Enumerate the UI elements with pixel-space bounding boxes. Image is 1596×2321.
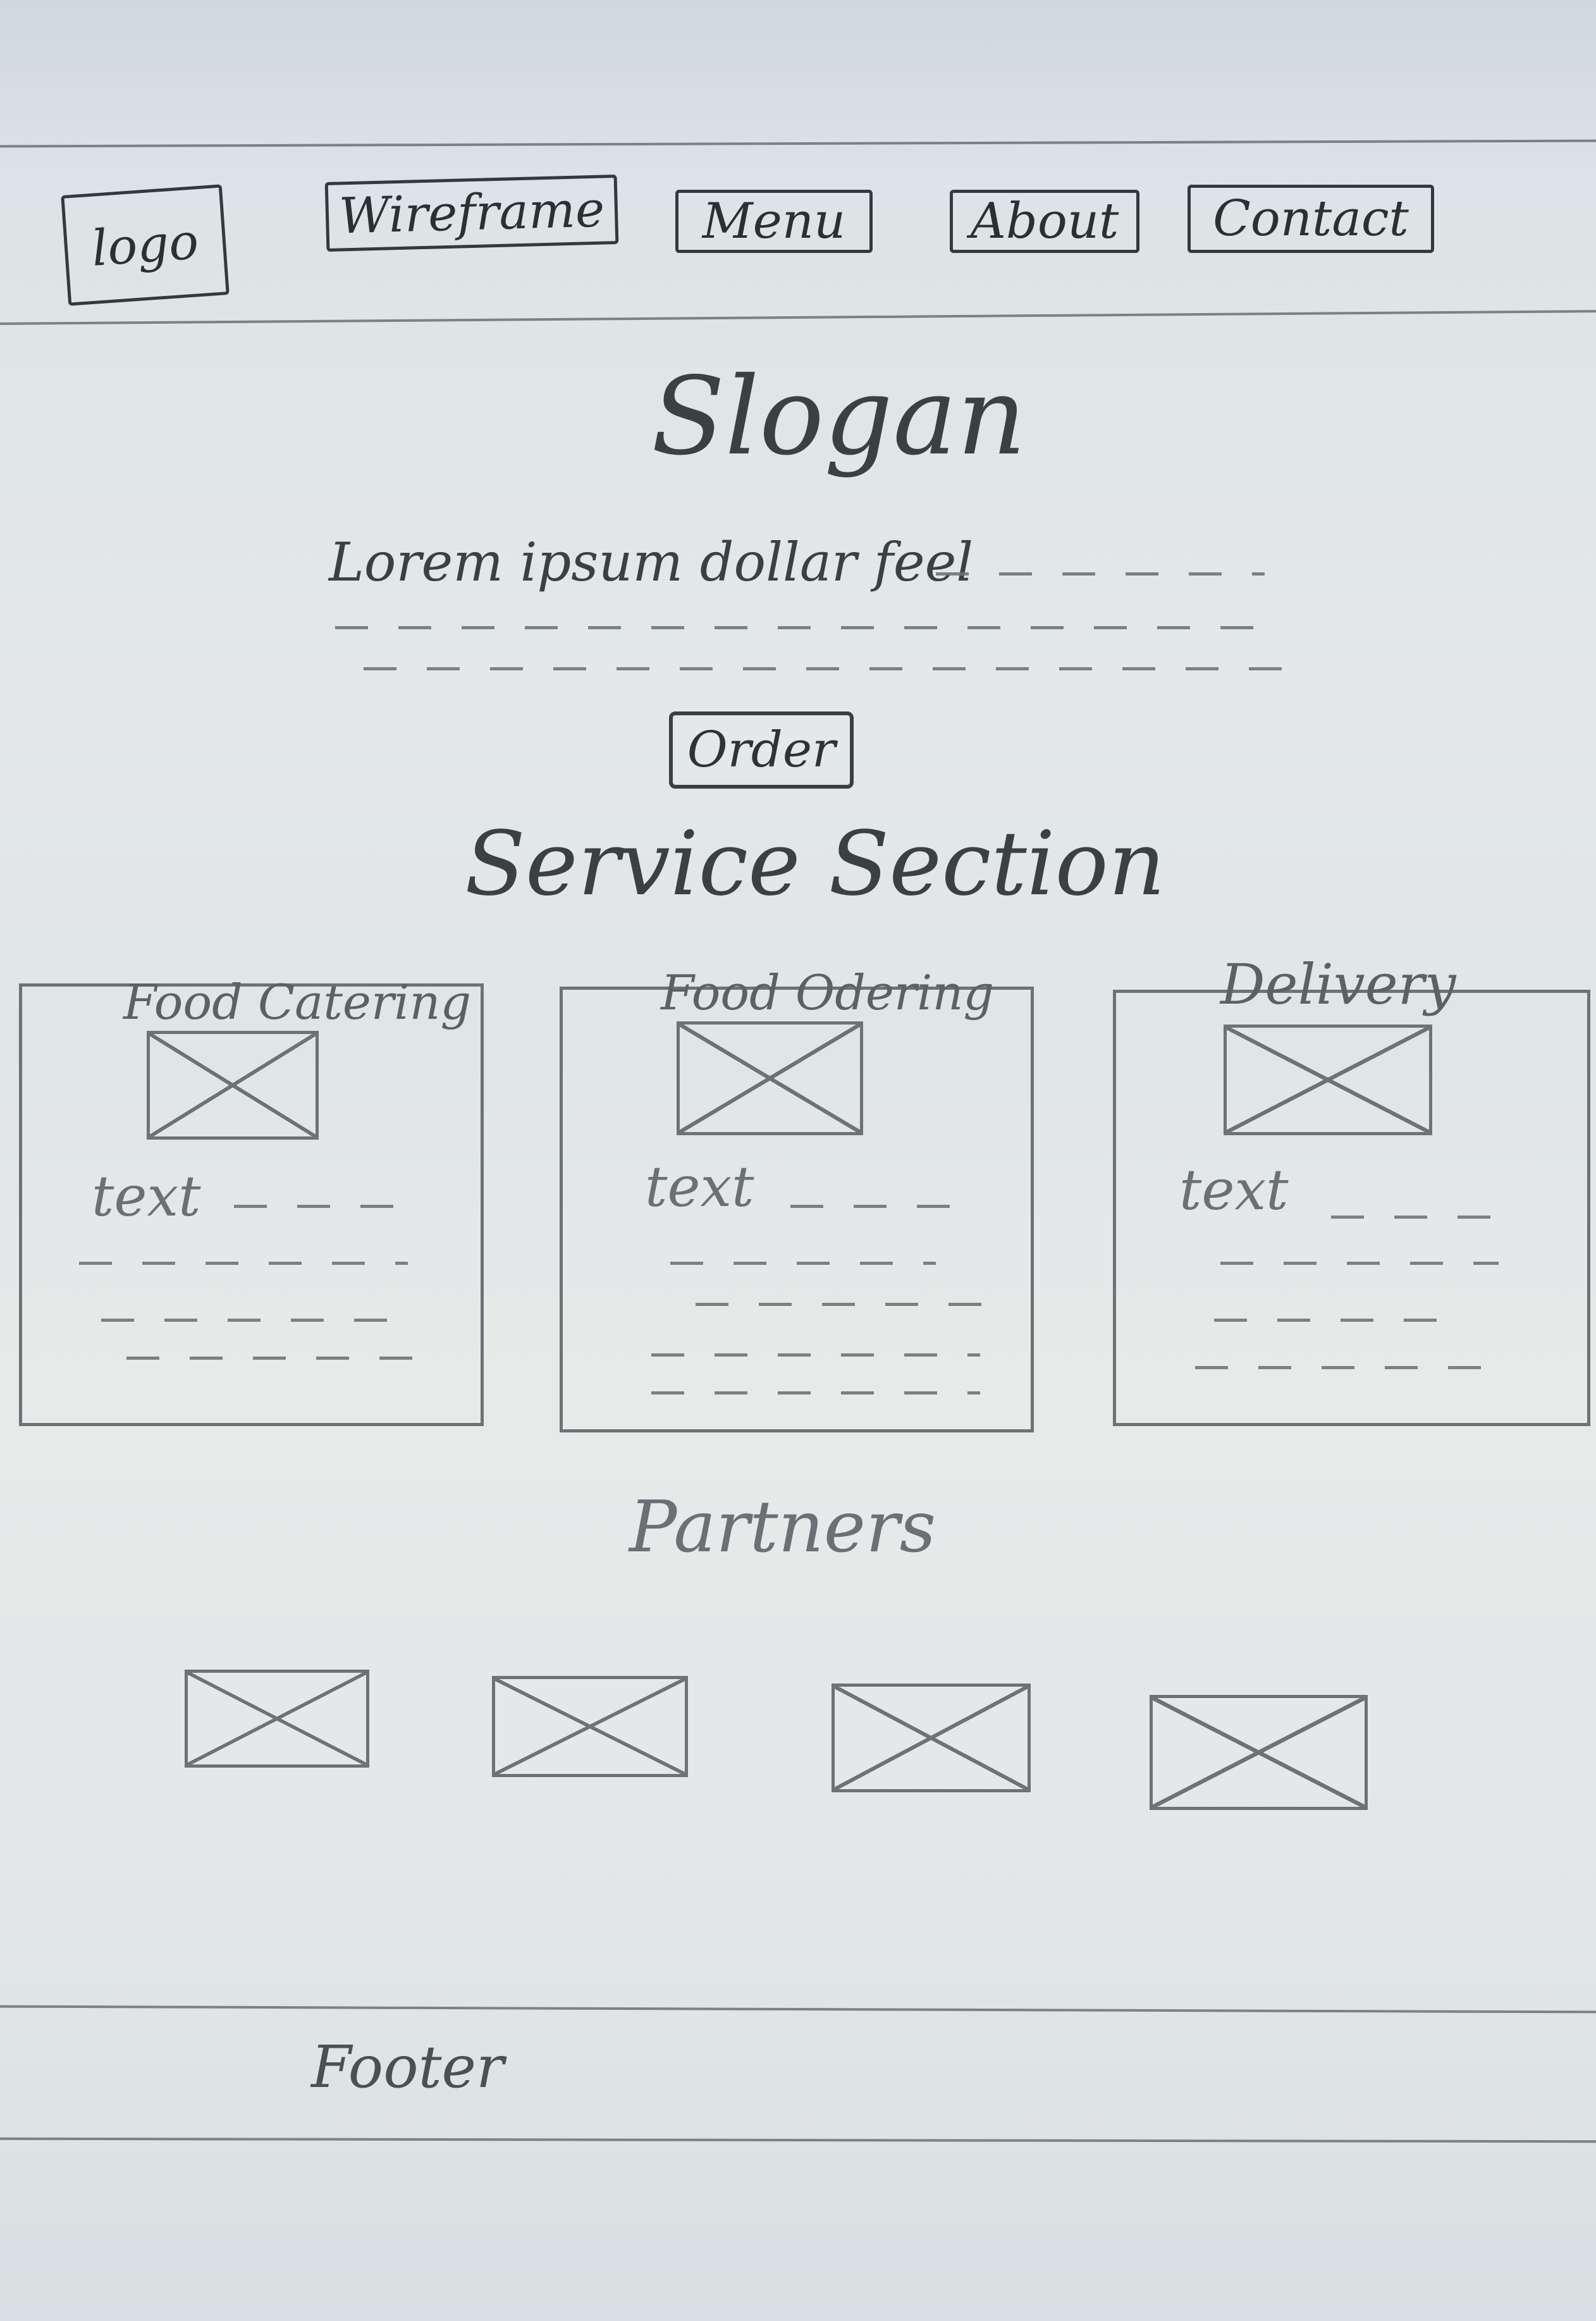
text-placeholder-line xyxy=(1214,1319,1454,1322)
text-placeholder-line xyxy=(790,1205,967,1208)
lorem-text: Lorem ipsum dollar feel xyxy=(329,531,974,593)
nav-menu[interactable]: Menu xyxy=(675,190,873,253)
service-card-title: Food Odering xyxy=(661,964,995,1021)
text-placeholder-line xyxy=(234,1205,398,1208)
partner-logo-placeholder-icon xyxy=(832,1684,1031,1792)
text-placeholder-line xyxy=(670,1262,936,1265)
lorem-placeholder-line xyxy=(335,626,1284,629)
footer-label: Footer xyxy=(311,2033,504,2101)
text-placeholder-line xyxy=(79,1262,408,1265)
order-button-label: Order xyxy=(687,722,836,779)
footer-top-rule xyxy=(0,2005,1596,2014)
text-placeholder-line xyxy=(696,1303,986,1306)
service-card-text: text xyxy=(92,1164,201,1229)
text-placeholder-line xyxy=(126,1357,417,1360)
order-button[interactable]: Order xyxy=(669,711,854,789)
partner-logo-placeholder-icon xyxy=(492,1676,688,1777)
footer-bottom-rule xyxy=(0,2137,1596,2143)
lorem-placeholder-line xyxy=(936,572,1265,576)
logo[interactable]: logo xyxy=(61,184,230,306)
image-placeholder-icon xyxy=(1224,1025,1432,1135)
service-card-title: Food Catering xyxy=(123,974,472,1030)
text-placeholder-line xyxy=(1220,1262,1499,1265)
nav-wireframe[interactable]: Wireframe xyxy=(324,174,619,252)
service-section-title: Service Section xyxy=(465,813,1165,916)
nav-about-label: About xyxy=(970,193,1119,250)
text-placeholder-line xyxy=(1195,1366,1511,1369)
service-card-title: Delivery xyxy=(1220,952,1456,1017)
nav-wireframe-label: Wireframe xyxy=(338,181,606,245)
image-placeholder-icon xyxy=(677,1021,863,1135)
service-card-text: text xyxy=(1179,1157,1289,1222)
slogan: Slogan xyxy=(651,354,1026,479)
image-placeholder-icon xyxy=(147,1031,319,1140)
nav-menu-label: Menu xyxy=(702,193,846,250)
partner-logo-placeholder-icon xyxy=(185,1670,369,1768)
lorem-placeholder-line xyxy=(364,667,1287,670)
text-placeholder-line xyxy=(1331,1216,1521,1219)
header-bottom-rule xyxy=(0,310,1596,325)
partners-title: Partners xyxy=(629,1486,936,1568)
text-placeholder-line xyxy=(101,1319,392,1322)
nav-about[interactable]: About xyxy=(950,190,1139,253)
service-card-text: text xyxy=(645,1154,754,1219)
text-placeholder-line xyxy=(651,1353,980,1357)
logo-label: logo xyxy=(90,212,200,278)
nav-contact[interactable]: Contact xyxy=(1188,185,1434,253)
nav-contact-label: Contact xyxy=(1213,190,1409,247)
text-placeholder-line xyxy=(651,1391,980,1394)
header-top-rule xyxy=(0,139,1596,148)
partner-logo-placeholder-icon xyxy=(1150,1695,1368,1810)
